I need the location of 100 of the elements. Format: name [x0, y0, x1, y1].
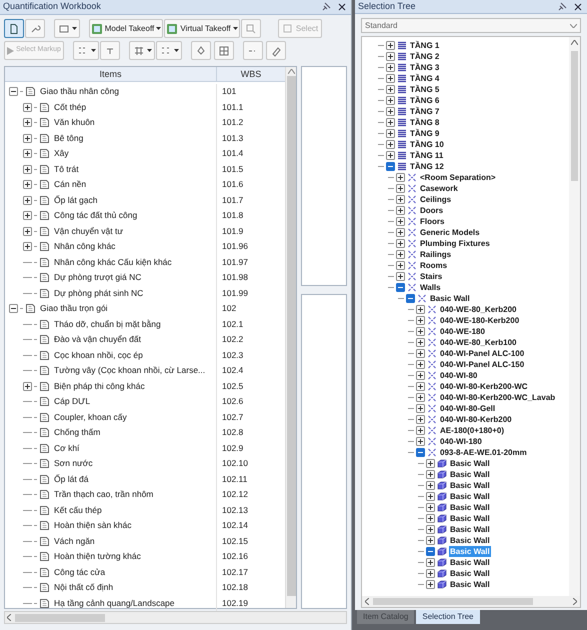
expand-icon[interactable]: [416, 437, 425, 446]
tree-item[interactable]: Basic Wall: [449, 480, 491, 491]
item-label[interactable]: Hạ tầng cảnh quang/Landscape: [54, 596, 175, 610]
expand-icon[interactable]: [396, 239, 405, 248]
scroll-left-icon[interactable]: [365, 598, 369, 605]
tree-item[interactable]: Basic Wall: [449, 524, 491, 535]
expand-icon[interactable]: [396, 228, 405, 237]
expand-icon[interactable]: [386, 41, 395, 50]
scrollbar-thumb[interactable]: [571, 51, 578, 181]
item-label[interactable]: Nội thất cố định: [54, 581, 114, 594]
item-label[interactable]: Cán nền: [54, 178, 86, 192]
tree-item[interactable]: Basic Wall: [449, 458, 491, 469]
tree-item[interactable]: TẦNG 1: [409, 40, 440, 51]
expand-icon[interactable]: [386, 129, 395, 138]
item-label[interactable]: Sơn nước: [54, 457, 93, 470]
tree-item[interactable]: Basic Wall: [449, 491, 491, 502]
horizontal-scrollbar[interactable]: [362, 596, 580, 607]
item-label[interactable]: Biện pháp thi công khác: [54, 380, 145, 393]
item-label[interactable]: Đào và vận chuyển đất: [54, 333, 141, 346]
tree-item[interactable]: Walls: [419, 282, 442, 293]
item-label[interactable]: Cáp DƯL: [54, 395, 90, 408]
tree-item[interactable]: <Room Separation>: [419, 172, 497, 183]
expand-icon[interactable]: [386, 96, 395, 105]
tree-item[interactable]: 040-WE-180-Kerb200: [439, 315, 520, 326]
expand-icon[interactable]: [426, 558, 435, 567]
tree-item[interactable]: Basic Wall: [449, 557, 491, 568]
virtual-takeoff-button[interactable]: Virtual Takeoff: [164, 19, 240, 38]
tree-item[interactable]: AE-180(0+180+0): [439, 425, 506, 436]
collapse-icon[interactable]: [9, 304, 18, 314]
tree-item[interactable]: TẦNG 6: [409, 95, 440, 106]
expand-icon[interactable]: [416, 426, 425, 435]
item-label[interactable]: Dự phòng phát sinh NC: [54, 286, 144, 300]
expand-icon[interactable]: [386, 118, 395, 127]
tree-item[interactable]: Basic Wall: [449, 535, 491, 546]
item-label[interactable]: Công tác cửa: [54, 566, 106, 579]
expand-icon[interactable]: [23, 134, 32, 143]
expand-icon[interactable]: [396, 217, 405, 226]
tree-item[interactable]: 093-8-AE-WE.01-20mm: [439, 447, 528, 458]
tree-item[interactable]: TẦNG 7: [409, 106, 440, 117]
tree-item[interactable]: 040-WI-Panel ALC-150: [439, 359, 526, 370]
expand-icon[interactable]: [416, 316, 425, 325]
expand-icon[interactable]: [23, 118, 32, 128]
tree-item[interactable]: Stairs: [419, 271, 444, 282]
expand-icon[interactable]: [23, 149, 32, 158]
model-takeoff-button[interactable]: Model Takeoff: [89, 19, 163, 38]
vertical-scrollbar[interactable]: [285, 67, 296, 608]
tree-item[interactable]: Basic Wall: [449, 579, 491, 590]
expand-icon[interactable]: [386, 107, 395, 116]
tree-item[interactable]: 040-WI-80-Kerb200-WC: [439, 381, 529, 392]
mode-dropdown[interactable]: Standard: [361, 18, 581, 33]
expand-icon[interactable]: [386, 63, 395, 72]
expand-icon[interactable]: [386, 74, 395, 83]
expand-icon[interactable]: [426, 514, 435, 523]
item-label[interactable]: Giao thầu trọn gói: [40, 302, 108, 316]
expand-icon[interactable]: [426, 525, 435, 534]
expand-icon[interactable]: [416, 371, 425, 380]
layout-dropdown[interactable]: [54, 19, 80, 38]
expand-icon[interactable]: [396, 173, 405, 182]
expand-icon[interactable]: [426, 569, 435, 578]
expand-icon[interactable]: [23, 382, 32, 391]
item-label[interactable]: Bê tông: [54, 132, 84, 145]
tree-item[interactable]: 040-WI-80: [439, 370, 478, 381]
tree-item[interactable]: 040-WE-80_Kerb100: [439, 337, 518, 348]
item-label[interactable]: Chống thấm: [54, 426, 100, 440]
tree-item[interactable]: TẦNG 9: [409, 128, 440, 139]
expand-icon[interactable]: [23, 226, 32, 236]
expand-icon[interactable]: [426, 492, 435, 501]
expand-icon[interactable]: [23, 164, 32, 174]
expand-icon[interactable]: [396, 195, 405, 204]
scrollbar-thumb[interactable]: [286, 76, 296, 596]
tree-item[interactable]: Basic Wall: [449, 568, 491, 579]
item-label[interactable]: Ốp lát đá: [54, 472, 88, 486]
tree-item[interactable]: Doors: [419, 205, 444, 216]
tree-item[interactable]: TẦNG 10: [409, 139, 445, 150]
view-button[interactable]: [4, 19, 24, 38]
tree-item[interactable]: Rooms: [419, 260, 448, 271]
expand-icon[interactable]: [426, 536, 435, 545]
tree-item[interactable]: Basic Wall: [449, 469, 491, 480]
expand-icon[interactable]: [23, 242, 32, 252]
item-label[interactable]: Vận chuyển vật tư: [54, 224, 124, 238]
item-label[interactable]: Hoàn thiện sàn khác: [54, 519, 132, 532]
scroll-up-icon[interactable]: [571, 40, 578, 45]
tree-item[interactable]: TẦNG 2: [409, 51, 440, 62]
item-label[interactable]: Cọc khoan nhồi, cọc ép: [54, 348, 143, 362]
expand-icon[interactable]: [426, 470, 435, 479]
item-label[interactable]: Hoàn thiện tường khác: [54, 550, 141, 564]
tree-item[interactable]: 040-WE-180: [439, 326, 486, 337]
horizontal-scrollbar[interactable]: [4, 611, 347, 624]
expand-icon[interactable]: [386, 140, 395, 149]
item-label[interactable]: Nhân công khác Cấu kiện khác: [54, 256, 172, 269]
expand-icon[interactable]: [416, 415, 425, 424]
tree-item[interactable]: 040-WI-Panel ALC-100: [439, 348, 526, 359]
expand-icon[interactable]: [386, 85, 395, 94]
tree-item[interactable]: Basic Wall: [429, 293, 471, 304]
expand-icon[interactable]: [396, 184, 405, 193]
column-header[interactable]: WBS: [217, 67, 285, 81]
fill-button[interactable]: [191, 41, 211, 60]
item-label[interactable]: Công tác đất thủ công: [54, 209, 138, 222]
tree-item[interactable]: TẦNG 4: [409, 73, 440, 84]
item-label[interactable]: Xây: [54, 147, 69, 160]
